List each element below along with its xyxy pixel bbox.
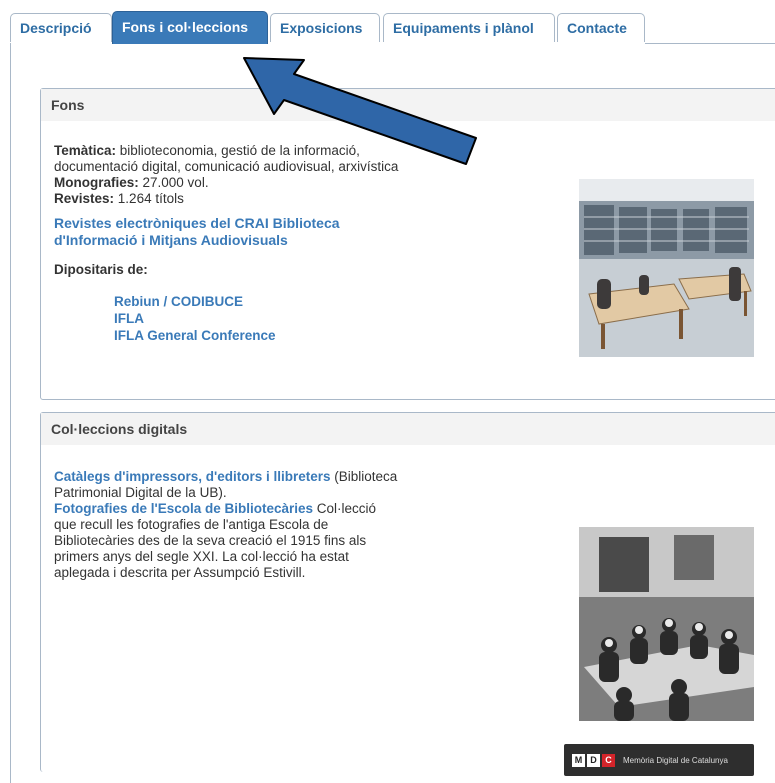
- dipositari-link-ifla-conference[interactable]: IFLA General Conference: [114, 327, 276, 344]
- monografies-label: Monografies:: [54, 175, 139, 190]
- revistes-electroniques-link[interactable]: Revistes electròniques del CRAI Bibliote…: [54, 215, 394, 249]
- mdc-logo-letter-m: M: [572, 753, 585, 767]
- colleccions-box: Col·leccions digitals Catàlegs d'impress…: [40, 412, 775, 776]
- tab-exposicions[interactable]: Exposicions: [270, 13, 380, 42]
- fotografies-link[interactable]: Fotografies de l'Escola de Bibliotecàrie…: [54, 501, 313, 516]
- colleccions-text: Catàlegs d'impressors, d'editors i llibr…: [54, 469, 399, 581]
- tab-fons-i-colleccions[interactable]: Fons i col·leccions: [112, 11, 268, 44]
- arrow-pointer-icon: [243, 57, 477, 165]
- mdc-logo-text: Memòria Digital de Catalunya: [623, 755, 728, 765]
- mdc-logo-letter-d: D: [587, 753, 600, 767]
- monografies-value: 27.000 vol.: [138, 175, 209, 190]
- tab-contacte[interactable]: Contacte: [557, 13, 645, 42]
- revistes-label: Revistes:: [54, 191, 115, 206]
- tab-equipaments-i-planol[interactable]: Equipaments i plànol: [383, 13, 555, 42]
- tematica-label: Temàtica:: [54, 143, 117, 158]
- library-reading-room-photo: [579, 179, 754, 357]
- revistes-value: 1.264 títols: [114, 191, 184, 206]
- mdc-logo-letter-c: C: [602, 753, 615, 767]
- mdc-logo[interactable]: M D C Memòria Digital de Catalunya: [564, 744, 754, 776]
- colleccions-title: Col·leccions digitals: [41, 413, 775, 445]
- dipositari-link-ifla[interactable]: IFLA: [114, 310, 276, 327]
- historic-school-photo: [579, 527, 754, 721]
- dipositaris-list: Rebiun / CODIBUCE IFLA IFLA General Conf…: [114, 293, 276, 344]
- catalegs-link[interactable]: Catàlegs d'impressors, d'editors i llibr…: [54, 469, 331, 484]
- tab-bar: Descripció Fons i col·leccions Exposicio…: [0, 10, 775, 46]
- dipositari-link-rebiun[interactable]: Rebiun / CODIBUCE: [114, 293, 276, 310]
- dipositaris-label: Dipositaris de:: [54, 262, 148, 277]
- tab-descripcio[interactable]: Descripció: [10, 13, 112, 42]
